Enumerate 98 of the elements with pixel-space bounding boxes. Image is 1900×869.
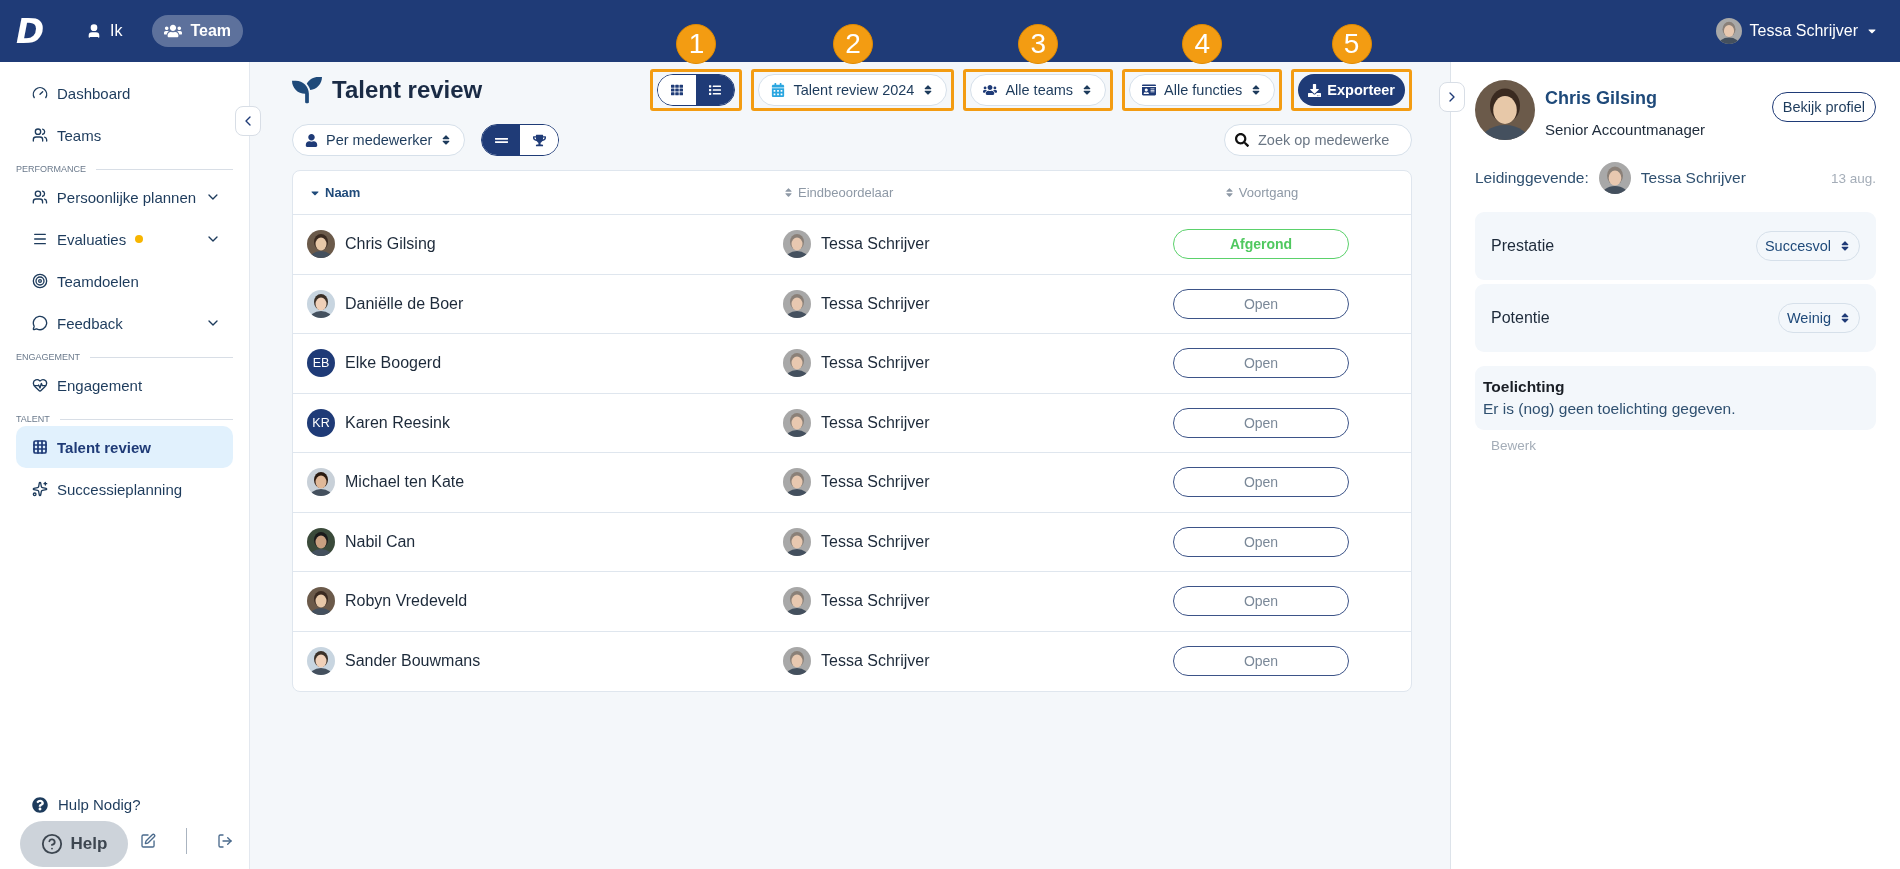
export-button[interactable]: Exporteer [1298,74,1405,106]
employee-name: Chris Gilsing [1545,88,1659,109]
sidebar-label: Feedback [57,314,123,332]
sidebar-item[interactable]: Talent review [16,426,233,468]
reviewer-name: Tessa Schrijver [821,235,930,254]
sidebar-label: Dashboard [57,84,131,102]
reviewer-name: Tessa Schrijver [821,294,930,313]
employee-name[interactable]: Elke Boogerd [345,354,442,373]
reviewer-name: Tessa Schrijver [821,413,930,432]
expand-button[interactable] [1439,82,1465,112]
rating-select[interactable]: Succesvol [1755,231,1860,261]
group-select[interactable]: Per medewerker [292,124,466,156]
employee-name[interactable]: Daniëlle de Boer [345,294,464,313]
grid-icon [671,84,684,96]
column-header[interactable]: Naam [293,185,783,200]
sort-icon [1839,312,1851,324]
sidebar-item[interactable]: Engagement [16,364,233,406]
note-title: Toelichting [1483,378,1566,396]
download-icon [1308,83,1322,97]
list-icon [709,84,722,96]
employee-name[interactable]: Michael ten Kate [345,473,465,492]
sidebar-item[interactable]: Feedback [16,302,233,344]
edit-icon[interactable] [140,832,157,850]
manager-label: Leidinggevende: [1475,169,1589,187]
people-icon [32,189,48,205]
sidebar-item[interactable]: Successieplanning [16,468,233,510]
filter-select[interactable]: Alle functies [1129,74,1276,106]
sidebar-label: Talent review [57,438,151,456]
employee-name[interactable]: Nabil Can [345,532,416,551]
reviewer-name: Tessa Schrijver [821,652,930,671]
sprout-icon [292,75,322,105]
reviewer-name: Tessa Schrijver [821,473,930,492]
sort-icon [1839,240,1851,252]
filter-select[interactable]: Talent review 2024 [758,74,948,106]
note-text: Er is (nog) geen toelichting gegeven. [1483,400,1737,418]
rating-label: Prestatie [1491,237,1555,255]
target-icon [32,273,48,289]
help-icon [32,796,48,813]
sidebar-item[interactable]: Persoonlijke plannen [16,176,233,218]
sidebar-item[interactable]: Evaluaties [16,218,233,260]
list-view-button[interactable] [696,75,735,105]
avatar-initials: EB [307,349,335,378]
people-icon [164,22,183,40]
people-icon [983,83,998,97]
chat-bubble-icon [32,315,48,331]
employee-name[interactable]: Karen Reesink [345,413,450,432]
gauge-icon [32,85,48,101]
rating-select[interactable]: Weinig [1777,303,1860,333]
user-icon [86,23,102,39]
user-icon [305,133,318,147]
nav-tab[interactable]: Ik [74,15,135,47]
user-menu[interactable]: Tessa Schrijver [1709,17,1884,45]
section-heading: TALENT [16,414,50,424]
help-icon [40,833,63,855]
employee-name[interactable]: Sander Bouwmans [345,652,481,671]
section-heading: ENGAGEMENT [16,352,80,362]
job-title: Senior Accountmanager [1545,121,1706,138]
filter-select[interactable]: Alle teams [970,74,1107,106]
sidebar-label: Evaluaties [57,230,127,248]
logout-icon[interactable] [216,832,233,850]
calendar-icon [771,83,786,97]
reviewer-name: Tessa Schrijver [821,354,930,373]
grid-view-button[interactable] [658,75,697,105]
view-profile-button[interactable]: Bekijk profiel [1771,92,1876,122]
grid-icon [32,439,48,455]
list-icon [32,231,48,247]
avatar-initials: KR [307,408,335,437]
employee-name[interactable]: Chris Gilsing [345,235,436,254]
reviewer-name: Tessa Schrijver [821,532,930,551]
people-icon [32,127,48,143]
heart-pulse-icon [32,377,48,393]
search-field[interactable]: Zoek op medewerke [1224,124,1412,156]
trophy-icon [532,133,546,147]
sidebar-label: Persoonlijke plannen [56,188,197,206]
nav-tab[interactable]: Team [152,15,244,47]
sidebar-item[interactable]: Teamdoelen [16,260,233,302]
manager-name: Tessa Schrijver [1640,169,1746,187]
collapse-button[interactable] [235,106,261,136]
rating-label: Potentie [1491,309,1550,327]
sparkles-icon [32,481,48,497]
sidebar-label: Engagement [57,376,143,394]
reviewer-name: Tessa Schrijver [821,592,930,611]
section-heading: PERFORMANCE [16,164,86,174]
sidebar-item[interactable]: Teams [16,114,233,156]
employee-name[interactable]: Robyn Vredeveld [345,592,468,611]
logo[interactable]: D [16,11,56,51]
sidebar-label: Teamdoelen [57,272,139,290]
help-button[interactable]: Help [20,821,128,867]
date-text: 13 aug. [1830,170,1876,186]
id-card-icon [1142,83,1157,97]
rows-view-button[interactable] [482,125,521,155]
trophy-view-button[interactable] [520,125,559,155]
sidebar-label: Teams [57,126,102,144]
sidebar-label: Successieplanning [57,480,183,498]
search-icon [1235,133,1249,147]
help-link[interactable]: Hulp Nodig? [32,796,233,813]
page-title: Talent review [332,76,483,104]
sidebar-item[interactable]: Dashboard [16,72,233,114]
